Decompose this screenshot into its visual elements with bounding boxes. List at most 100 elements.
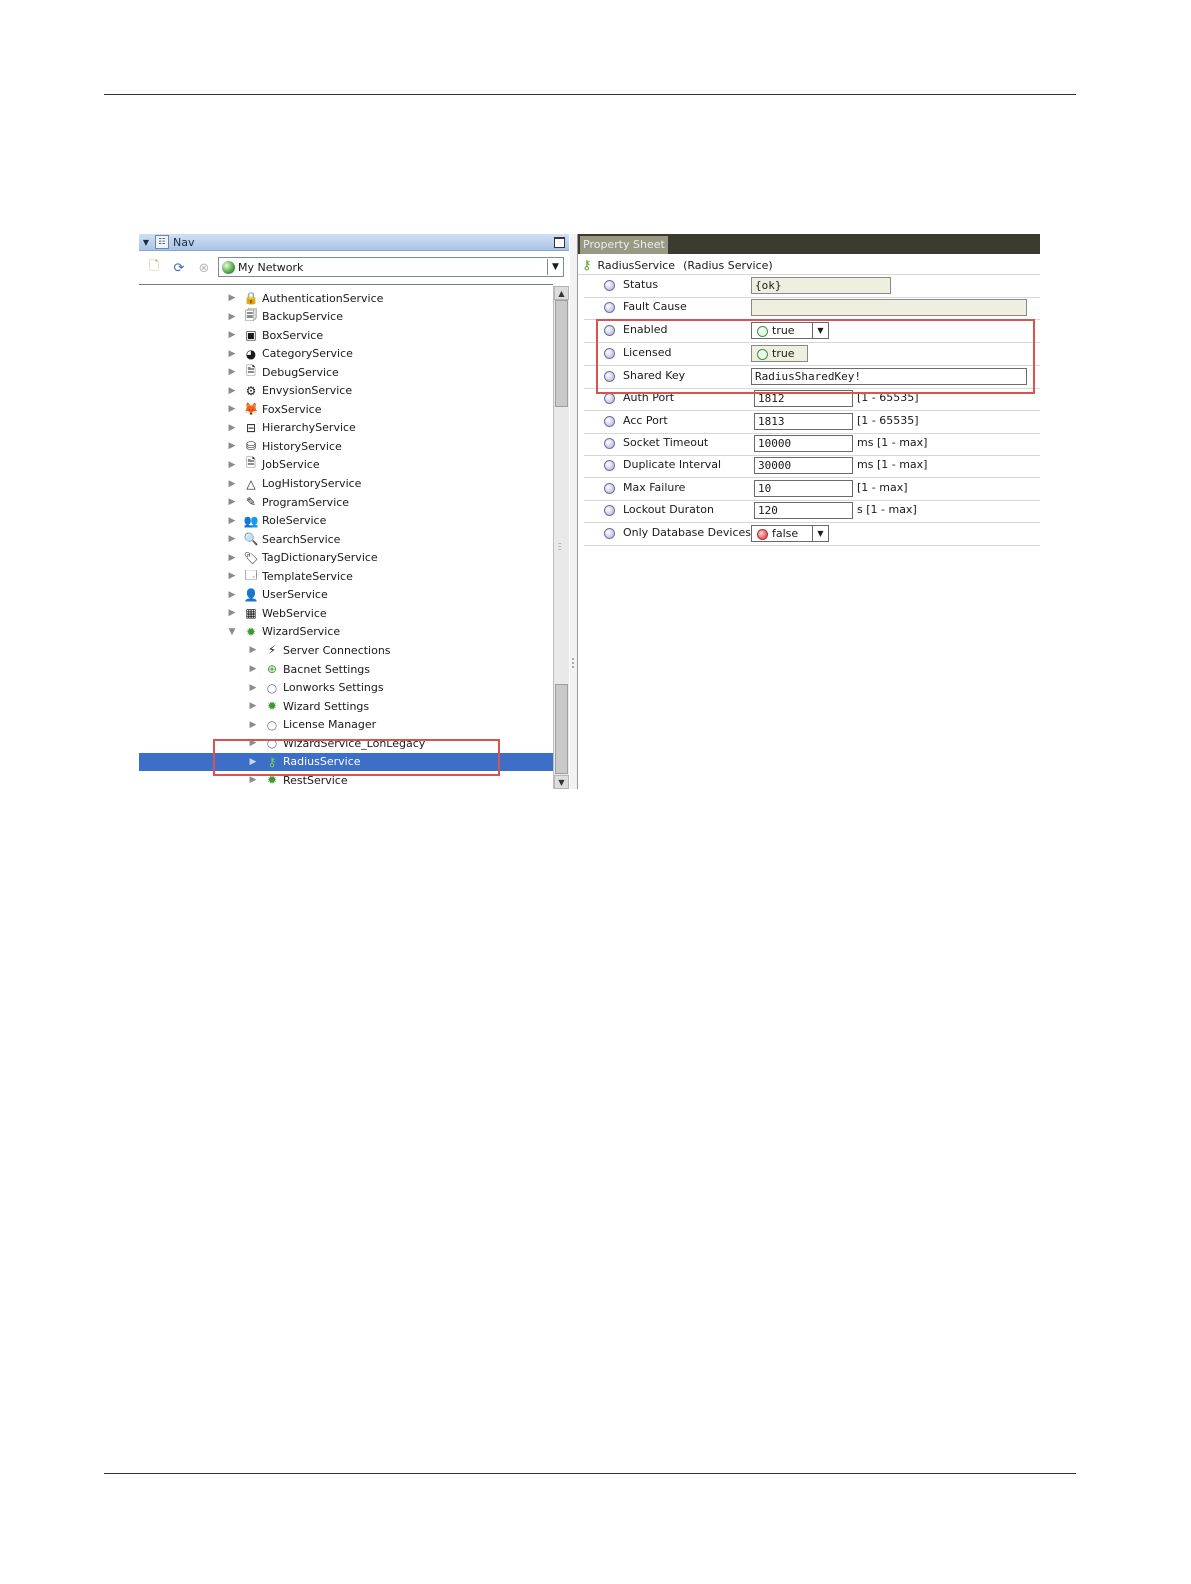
numeric-input[interactable]: 10	[754, 480, 853, 497]
boolean-select[interactable]: false ▼	[751, 525, 829, 542]
expand-triangle-icon[interactable]: ▶	[227, 460, 237, 470]
tree-item[interactable]: ▶ 🗎 JobService	[139, 456, 553, 474]
expand-triangle-icon[interactable]: ▶	[227, 386, 237, 396]
nav-tree-icon: ☷	[155, 235, 169, 249]
expand-triangle-icon[interactable]: ▶	[227, 479, 237, 489]
tree-item[interactable]: ▶ 👤 UserService	[139, 586, 553, 604]
expand-triangle-icon[interactable]: ▶	[227, 330, 237, 340]
tree-child-item[interactable]: ▶ ○ Lonworks Settings	[139, 679, 553, 697]
expand-triangle-icon[interactable]: ▶	[227, 608, 237, 618]
tree-item-label: ProgramService	[262, 495, 350, 509]
numeric-input[interactable]: 10000	[754, 435, 853, 452]
tree-item-label: BoxService	[262, 328, 324, 342]
expand-triangle-icon[interactable]: ▶	[248, 664, 258, 674]
scroll-thumb-lower[interactable]	[555, 684, 568, 774]
tree-item[interactable]: ▶ 🗎 DebugService	[139, 363, 553, 381]
expand-triangle-icon[interactable]: ▶	[227, 441, 237, 451]
tree-item[interactable]: ▶ 🏷 TagDictionaryService	[139, 549, 553, 567]
property-label: Lockout Duraton	[623, 503, 714, 516]
tree-item[interactable]: ▶ ▣ BoxService	[139, 326, 553, 344]
slot-ball-icon	[604, 505, 615, 516]
expand-triangle-icon[interactable]: ▶	[227, 553, 237, 563]
range-hint: [1 - max]	[857, 481, 908, 494]
tree-child-item[interactable]: ▶ ⚡ Server Connections	[139, 641, 553, 659]
expand-triangle-icon[interactable]: ▶	[248, 720, 258, 730]
expand-triangle-icon[interactable]: ▶	[248, 701, 258, 711]
expand-triangle-icon[interactable]: ▶	[248, 645, 258, 655]
expand-triangle-icon[interactable]: ▶	[227, 423, 237, 433]
slot-ball-icon	[604, 393, 615, 404]
open-station-icon[interactable]: 🗋	[144, 258, 164, 278]
nav-toolbar: 🗋 ⟳ ⊗ My Network ▼	[139, 253, 569, 283]
readonly-value: {ok}	[751, 277, 891, 294]
component-header: ⚷ RadiusService (Radius Service)	[578, 256, 1040, 275]
tab-property-sheet[interactable]: Property Sheet	[580, 236, 668, 254]
debug-icon: 🗎	[246, 363, 256, 378]
tree-item[interactable]: ▶ 🔍 SearchService	[139, 530, 553, 548]
tree-item[interactable]: ▶ ⚙ EnvysionService	[139, 382, 553, 400]
pane-splitter[interactable]	[570, 234, 577, 789]
expand-triangle-icon[interactable]: ▶	[227, 312, 237, 322]
expand-triangle-icon[interactable]: ▶	[227, 571, 237, 581]
nav-menu-dropdown-icon[interactable]: ▼	[139, 238, 153, 247]
nav-title: Nav	[173, 235, 195, 249]
log-history-icon: △	[246, 476, 256, 491]
tree-item[interactable]: ▶ ✎ ProgramService	[139, 493, 553, 511]
tree-item[interactable]: ▶ ▦ WebService	[139, 604, 553, 622]
tree-item[interactable]: ▶ 🦊 FoxService	[139, 400, 553, 418]
nav-scrollbar[interactable]: ▲ – – – ▼	[553, 286, 569, 789]
expand-triangle-icon[interactable]: ▶	[227, 497, 237, 507]
program-icon: ✎	[245, 495, 257, 510]
expand-triangle-icon[interactable]: ▶	[248, 775, 258, 785]
tree-item[interactable]: ▶ ⛁ HistoryService	[139, 437, 553, 455]
tree-item[interactable]: ▼ ✹ WizardService	[139, 623, 553, 641]
expand-triangle-icon[interactable]: ▶	[227, 534, 237, 544]
refresh-icon[interactable]: ⟳	[169, 258, 189, 278]
chevron-down-icon[interactable]: ▼	[547, 259, 563, 275]
expand-triangle-icon[interactable]: ▶	[227, 349, 237, 359]
scroll-thumb-upper[interactable]	[555, 300, 568, 407]
slot-ball-icon	[604, 416, 615, 427]
scroll-down-icon[interactable]: ▼	[554, 775, 569, 789]
close-circle-icon[interactable]: ⊗	[194, 258, 214, 278]
property-label: Only Database Devices	[623, 526, 752, 539]
maximize-icon[interactable]	[554, 236, 565, 248]
tree-item[interactable]: ▶ ⊟ HierarchyService	[139, 419, 553, 437]
property-label: Max Failure	[623, 481, 686, 494]
tree-item-label: Server Connections	[283, 643, 391, 657]
property-row-socket-timeout: Socket Timeout 10000 ms [1 - max]	[584, 433, 1040, 456]
property-sheet-tabbar: Property Sheet	[578, 234, 1040, 254]
tree-item[interactable]: ▶ 🔒 AuthenticationService	[139, 289, 553, 307]
template-icon: 🗔	[244, 567, 258, 582]
slot-ball-icon	[604, 460, 615, 471]
tree-item[interactable]: ▶ 🗐 BackupService	[139, 308, 553, 326]
tree-item[interactable]: ▶ 🗔 TemplateService	[139, 567, 553, 585]
slot-ball-icon	[604, 528, 615, 539]
slot-ball-icon	[604, 280, 615, 291]
web-icon: ▦	[245, 606, 257, 621]
numeric-input[interactable]: 30000	[754, 457, 853, 474]
collapse-triangle-icon[interactable]: ▼	[227, 627, 237, 637]
tree-item-label: HierarchyService	[262, 421, 356, 435]
property-row-duplicate-interval: Duplicate Interval 30000 ms [1 - max]	[584, 455, 1040, 478]
expand-triangle-icon[interactable]: ▶	[248, 683, 258, 693]
expand-triangle-icon[interactable]: ▶	[227, 590, 237, 600]
tree-child-item[interactable]: ▶ ○ License Manager	[139, 716, 553, 734]
tree-item[interactable]: ▶ ◕ CategoryService	[139, 345, 553, 363]
tree-child-item[interactable]: ▶ ✹ Wizard Settings	[139, 697, 553, 715]
expand-triangle-icon[interactable]: ▶	[227, 293, 237, 303]
tree-item[interactable]: ▶ 👥 RoleService	[139, 512, 553, 530]
expand-triangle-icon[interactable]: ▶	[227, 367, 237, 377]
chevron-down-icon[interactable]: ▼	[812, 526, 828, 541]
boolean-value: false	[772, 527, 799, 540]
numeric-input[interactable]: 120	[754, 502, 853, 519]
tree-item[interactable]: ▶ △ LogHistoryService	[139, 475, 553, 493]
tree-child-item[interactable]: ▶ ⊕ Bacnet Settings	[139, 660, 553, 678]
expand-triangle-icon[interactable]: ▶	[227, 404, 237, 414]
scroll-up-icon[interactable]: ▲	[554, 286, 569, 300]
property-label: Socket Timeout	[623, 436, 709, 449]
network-selector[interactable]: My Network ▼	[218, 257, 564, 277]
tree-item-label: LogHistoryService	[262, 477, 362, 490]
numeric-input[interactable]: 1813	[754, 413, 853, 430]
expand-triangle-icon[interactable]: ▶	[227, 516, 237, 526]
